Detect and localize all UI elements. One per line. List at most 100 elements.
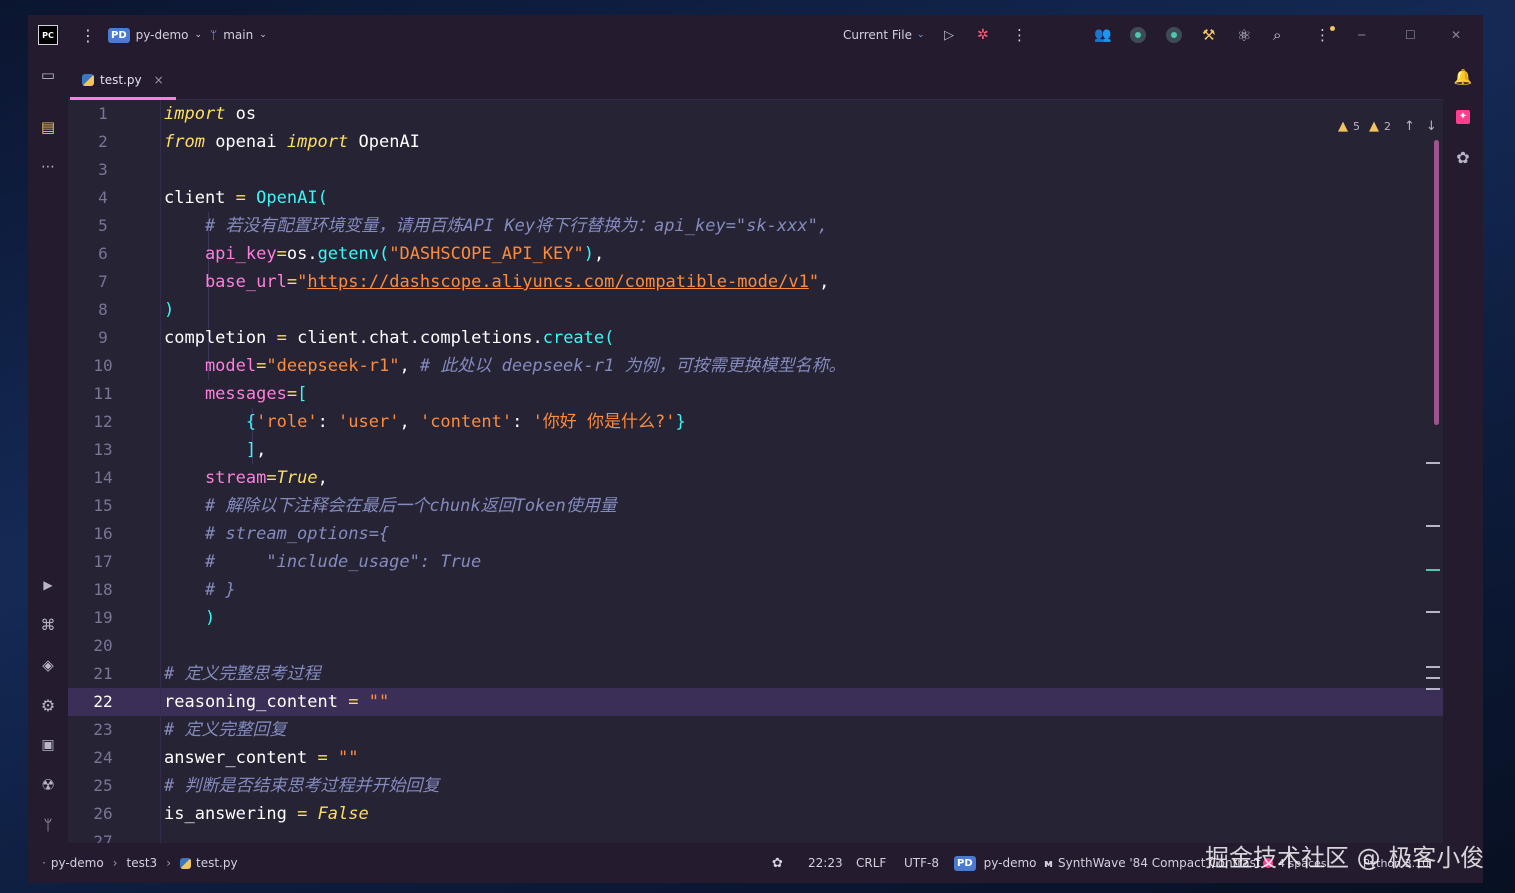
code-line[interactable]: answer_content = "" bbox=[164, 744, 359, 772]
code-line[interactable]: {'role': 'user', 'content': '你好 你是什么?'} bbox=[164, 408, 686, 436]
line-number[interactable]: 12 bbox=[68, 408, 138, 436]
main-menu-button[interactable]: ⋮ bbox=[80, 15, 96, 55]
build-tools-button[interactable]: ⚒ bbox=[1202, 15, 1215, 55]
code-line[interactable]: base_url="https://dashscope.aliyuncs.com… bbox=[164, 268, 829, 296]
python-console-button[interactable]: ⌘ bbox=[28, 613, 68, 637]
line-number[interactable]: 17 bbox=[68, 548, 138, 576]
file-encoding[interactable]: UTF-8 bbox=[904, 843, 939, 883]
line-number[interactable]: 5 bbox=[68, 212, 138, 240]
code-line[interactable]: model="deepseek-r1", # 此处以 deepseek-r1 为… bbox=[164, 352, 846, 380]
debug-button[interactable]: ✲ bbox=[977, 15, 989, 55]
code-line[interactable]: # 解除以下注释会在最后一个chunk返回Token使用量 bbox=[164, 492, 617, 520]
line-number[interactable]: 21 bbox=[68, 660, 138, 688]
code-line[interactable]: stream=True, bbox=[164, 464, 328, 492]
code-line[interactable]: ) bbox=[164, 604, 215, 632]
line-separator[interactable]: CRLF bbox=[856, 843, 886, 883]
maximize-button[interactable]: ☐ bbox=[1405, 15, 1416, 55]
tab-test-py[interactable]: test.py × bbox=[70, 63, 176, 100]
ai-status-button[interactable]: ✿ bbox=[772, 843, 783, 883]
line-number[interactable]: 27 bbox=[68, 828, 138, 843]
line-number[interactable]: 6 bbox=[68, 240, 138, 268]
line-number[interactable]: 11 bbox=[68, 380, 138, 408]
breadcrumb-file[interactable]: test.py bbox=[196, 856, 238, 870]
error-stripe-marker[interactable] bbox=[1426, 525, 1440, 527]
code-line[interactable]: ], bbox=[164, 436, 267, 464]
line-number[interactable]: 18 bbox=[68, 576, 138, 604]
more-actions-button[interactable]: ⋮ bbox=[1012, 15, 1027, 55]
problems-tool-button[interactable]: ☢ bbox=[28, 773, 68, 797]
interpreter-selector[interactable]: PD py-demo bbox=[954, 843, 1037, 883]
layers-tool-button[interactable]: ◈ bbox=[28, 653, 68, 677]
run-tool-button[interactable]: ▶ bbox=[28, 573, 68, 597]
editor-scrollbar[interactable] bbox=[1434, 140, 1439, 425]
terminal-tool-button[interactable]: ▣ bbox=[28, 733, 68, 757]
ai-chat-button[interactable]: ✦ bbox=[1443, 105, 1483, 129]
line-number[interactable]: 24 bbox=[68, 744, 138, 772]
caret-position[interactable]: 22:23 bbox=[808, 843, 843, 883]
code-line[interactable]: import os bbox=[164, 100, 256, 128]
code-line[interactable]: # 若没有配置环境变量，请用百炼API Key将下行替换为：api_key="s… bbox=[164, 212, 828, 240]
close-tab-icon[interactable]: × bbox=[154, 73, 164, 87]
more-tools-button[interactable]: ⋯ bbox=[28, 155, 68, 179]
code-line[interactable]: # } bbox=[164, 576, 236, 604]
breadcrumb-folder[interactable]: test3 bbox=[127, 856, 158, 870]
code-line[interactable]: # "include_usage": True bbox=[164, 548, 481, 576]
code-line[interactable]: # 定义完整思考过程 bbox=[164, 660, 320, 688]
search-button[interactable]: ⌕ bbox=[1273, 15, 1281, 55]
line-number[interactable]: 4 bbox=[68, 184, 138, 212]
app-logo[interactable]: PC bbox=[38, 15, 58, 55]
line-number[interactable]: 26 bbox=[68, 800, 138, 828]
code-line[interactable]: # 定义完整回复 bbox=[164, 716, 286, 744]
line-number[interactable]: 16 bbox=[68, 520, 138, 548]
line-number[interactable]: 20 bbox=[68, 632, 138, 660]
line-number[interactable]: 22 bbox=[68, 688, 138, 716]
branch-selector[interactable]: ᛘ main ⌄ bbox=[210, 15, 267, 55]
inspection-widget[interactable]: ▲ 5 ▲ 2 ↑ ↓ bbox=[1338, 116, 1437, 136]
code-line[interactable]: ) bbox=[164, 296, 174, 324]
line-number[interactable]: 1 bbox=[68, 100, 138, 128]
code-line[interactable]: api_key=os.getenv("DASHSCOPE_API_KEY"), bbox=[164, 240, 604, 268]
breadcrumb-project[interactable]: py-demo bbox=[51, 856, 104, 870]
error-stripe-marker[interactable] bbox=[1426, 569, 1440, 571]
code-line[interactable]: is_answering = False bbox=[164, 800, 369, 828]
line-number[interactable]: 10 bbox=[68, 352, 138, 380]
code-line[interactable]: # stream_options={ bbox=[164, 520, 389, 548]
database-tool-button[interactable]: ▤ bbox=[28, 115, 68, 139]
plugin-status-1[interactable] bbox=[1130, 15, 1146, 55]
error-stripe-marker[interactable] bbox=[1426, 677, 1440, 679]
code-with-me-button[interactable]: 👥 bbox=[1094, 15, 1111, 55]
code-line[interactable]: reasoning_content = "" bbox=[164, 688, 389, 716]
next-highlight-icon[interactable]: ↓ bbox=[1426, 119, 1437, 134]
line-number[interactable]: 9 bbox=[68, 324, 138, 352]
run-button[interactable]: ▷ bbox=[944, 15, 954, 55]
openai-plugin-button[interactable]: ✿ bbox=[1443, 145, 1483, 169]
run-config-selector[interactable]: Current File ⌄ bbox=[843, 15, 925, 55]
line-number[interactable]: 25 bbox=[68, 772, 138, 800]
error-stripe-marker[interactable] bbox=[1426, 462, 1440, 464]
services-tool-button[interactable]: ⚙ bbox=[28, 693, 68, 717]
minimize-button[interactable]: ─ bbox=[1358, 15, 1365, 55]
error-stripe-marker[interactable] bbox=[1426, 666, 1440, 668]
line-number[interactable]: 14 bbox=[68, 464, 138, 492]
code-editor[interactable]: 1 2 3 4 5 6 7 8 9 10 11 12 13 14 15 16 17 18 19 20 21 22 23 24 2… bbox=[68, 100, 1443, 843]
line-number[interactable]: 13 bbox=[68, 436, 138, 464]
notifications-button[interactable]: 🔔 bbox=[1443, 65, 1483, 89]
line-number[interactable]: 23 bbox=[68, 716, 138, 744]
git-tool-button[interactable]: ᛘ bbox=[28, 813, 68, 837]
code-line[interactable]: # 判断是否结束思考过程并开始回复 bbox=[164, 772, 439, 800]
code-line[interactable]: messages=[ bbox=[164, 380, 307, 408]
code-line[interactable]: client = OpenAI( bbox=[164, 184, 328, 212]
code-line[interactable]: completion = client.chat.completions.cre… bbox=[164, 324, 614, 352]
settings-updates-button[interactable]: ⋮ bbox=[1315, 15, 1335, 55]
line-number[interactable]: 15 bbox=[68, 492, 138, 520]
line-number[interactable]: 8 bbox=[68, 296, 138, 324]
line-number[interactable]: 19 bbox=[68, 604, 138, 632]
line-number[interactable]: 3 bbox=[68, 156, 138, 184]
project-selector[interactable]: PD py-demo ⌄ bbox=[108, 15, 202, 55]
plugin-status-2[interactable] bbox=[1166, 15, 1182, 55]
project-tool-button[interactable]: ▭ bbox=[28, 63, 68, 87]
error-stripe-marker[interactable] bbox=[1426, 688, 1440, 690]
close-window-button[interactable]: ✕ bbox=[1451, 15, 1461, 55]
ai-assistant-button[interactable]: ⚛ bbox=[1237, 15, 1251, 55]
line-number[interactable]: 2 bbox=[68, 128, 138, 156]
